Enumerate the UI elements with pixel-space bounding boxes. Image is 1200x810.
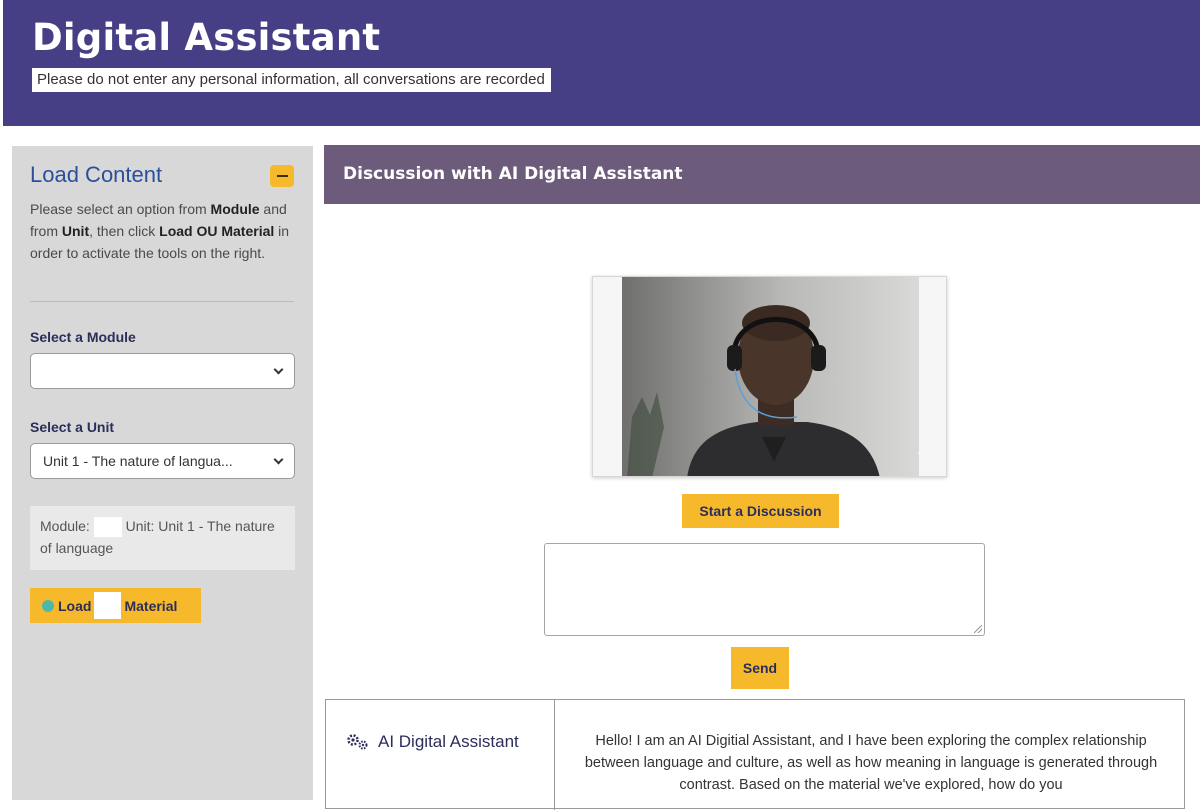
instr-text-1: Please select an option from xyxy=(30,201,211,217)
instr-module-word: Module xyxy=(210,201,260,217)
unit-label: Select a Unit xyxy=(30,419,115,435)
load-material-button[interactable]: Load Material xyxy=(30,588,201,623)
avatar-video xyxy=(622,277,919,476)
start-discussion-button[interactable]: Start a Discussion xyxy=(682,494,839,528)
module-label: Select a Module xyxy=(30,329,136,345)
app-title: Digital Assistant xyxy=(32,16,381,59)
gears-icon xyxy=(347,734,368,750)
chevron-down-icon xyxy=(273,364,284,375)
app-header: Digital Assistant Please do not enter an… xyxy=(3,0,1200,126)
chat-message: Hello! I am an AI Digitial Assistant, an… xyxy=(584,733,1158,793)
chevron-down-icon xyxy=(273,454,284,465)
module-select[interactable] xyxy=(30,353,295,389)
chat-speaker-name: AI Digital Assistant xyxy=(378,732,519,751)
summary-module-prefix: Module: xyxy=(40,518,90,534)
load-button-label-1: Load xyxy=(58,597,92,614)
redacted-block xyxy=(94,592,122,619)
video-player[interactable] xyxy=(592,276,947,477)
chat-speaker: AI Digital Assistant xyxy=(346,732,519,752)
status-dot-icon xyxy=(42,599,54,612)
column-divider xyxy=(554,700,555,810)
chat-log: AI Digital Assistant Hello! I am an AI D… xyxy=(325,699,1185,810)
unit-select[interactable]: Unit 1 - The nature of langua... xyxy=(30,443,295,479)
resize-handle-icon[interactable] xyxy=(974,625,982,633)
sidebar-instructions: Please select an option from Module and … xyxy=(30,198,292,264)
discussion-panel-header: Discussion with AI Digital Assistant xyxy=(324,145,1200,204)
privacy-notice: Please do not enter any personal informa… xyxy=(32,68,551,92)
sidebar-divider xyxy=(30,301,294,302)
selection-summary: Module: Unit: Unit 1 - The nature of lan… xyxy=(30,506,295,570)
load-content-sidebar: Load Content Please select an option fro… xyxy=(12,146,313,800)
redacted-block xyxy=(93,517,122,538)
presenter-image xyxy=(622,277,919,476)
send-button[interactable]: Send xyxy=(731,647,789,689)
panel-title: Discussion with AI Digital Assistant xyxy=(343,164,683,184)
instr-text-3: , then click xyxy=(89,223,160,239)
instr-unit-word: Unit xyxy=(61,223,90,239)
collapse-button[interactable] xyxy=(270,165,294,187)
instr-load-word: Load OU Material xyxy=(159,223,275,239)
sidebar-title: Load Content xyxy=(30,162,163,187)
unit-select-value: Unit 1 - The nature of langua... xyxy=(43,453,233,469)
message-input[interactable] xyxy=(544,543,985,636)
minus-icon xyxy=(276,175,288,177)
load-button-label-2: Material xyxy=(124,597,178,614)
